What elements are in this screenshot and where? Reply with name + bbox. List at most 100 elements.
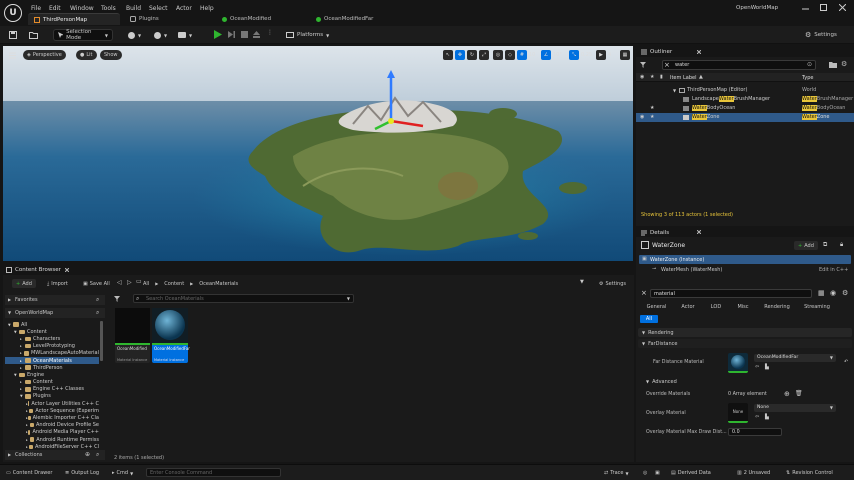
grid-snap-icon[interactable]: #: [517, 50, 527, 60]
folder-tree-item[interactable]: ▼ Plugins: [5, 393, 99, 400]
menu-select[interactable]: Select: [149, 5, 168, 12]
asset-tile[interactable]: OceanModified Material Instance: [115, 308, 150, 363]
settings-gear-icon[interactable]: ⚙: [842, 289, 848, 297]
output-log-button[interactable]: ≣ Output Log: [65, 468, 99, 478]
menu-actor[interactable]: Actor: [176, 5, 192, 12]
translate-tool-icon[interactable]: ✥: [455, 50, 465, 60]
unreal-logo-icon[interactable]: U: [4, 4, 22, 22]
folder-tree-item[interactable]: ▸ AndroidFileServer C++ Cl: [5, 443, 99, 449]
play-icon[interactable]: [214, 30, 222, 39]
filter-tab-all[interactable]: All: [640, 315, 658, 323]
folder-tree-item[interactable]: ▸ Characters: [5, 335, 99, 342]
unsaved-button[interactable]: ▥ 2 Unsaved: [737, 468, 770, 478]
clear-search-icon[interactable]: ×: [664, 61, 670, 69]
content-drawer-button[interactable]: ▭ Content Drawer: [6, 468, 52, 478]
clear-search-icon[interactable]: ×: [641, 290, 647, 297]
component-row[interactable]: ⊸ WaterMesh (WaterMesh) Edit in C++: [639, 265, 851, 274]
cb-settings-button[interactable]: ⚙ Settings: [599, 279, 626, 288]
folder-icon[interactable]: ▭: [136, 278, 142, 285]
section-far-distance[interactable]: ▼ FarDistance: [638, 339, 852, 348]
search-icon[interactable]: ⌕: [96, 309, 99, 317]
lit-button[interactable]: ● Lit: [76, 50, 97, 60]
world-space-icon[interactable]: ◎: [493, 50, 503, 60]
outliner-settings-icon[interactable]: ⚙: [841, 60, 847, 68]
camera-speed-value[interactable]: 4: [608, 52, 611, 58]
scale-snap-icon[interactable]: ⤡: [569, 50, 579, 60]
instance-row[interactable]: ▣ WaterZone (Instance): [639, 255, 851, 264]
filter-tab-streaming[interactable]: Streaming: [797, 304, 837, 310]
filter-icon[interactable]: [114, 296, 123, 302]
quick-add-button[interactable]: ▼: [128, 29, 141, 41]
folder-tree-item[interactable]: ▼ Engine: [5, 371, 99, 378]
import-button[interactable]: ⤓ Import: [47, 279, 68, 288]
search-icon[interactable]: ⌕: [96, 451, 99, 459]
camera-speed-icon[interactable]: ▶: [596, 50, 606, 60]
folder-tree-item[interactable]: ▸ Content: [5, 379, 99, 386]
breadcrumb-oceanmaterials[interactable]: OceanMaterials: [199, 281, 238, 287]
more-options-icon[interactable]: ⋮: [267, 29, 273, 36]
asset-search-input[interactable]: Search OceanMaterials: [146, 296, 204, 302]
save-all-button[interactable]: ▣ Save All: [83, 279, 110, 288]
filter-tab-actor[interactable]: Actor: [673, 304, 703, 310]
menu-window[interactable]: Window: [70, 5, 94, 12]
menu-tools[interactable]: Tools: [101, 5, 116, 12]
folder-tree-item[interactable]: ▸ LevelPrototyping: [5, 343, 99, 350]
folder-tree-item[interactable]: ▼ All: [5, 321, 99, 328]
scale-snap-value[interactable]: 0.25: [581, 52, 592, 58]
maximize-icon[interactable]: [820, 4, 827, 11]
section-rendering[interactable]: ▼ Rendering: [638, 328, 852, 337]
tab-outliner[interactable]: Outliner: [641, 48, 672, 56]
search-options-icon[interactable]: ⊙: [807, 61, 812, 68]
menu-file[interactable]: File: [31, 5, 41, 12]
visibility-icon[interactable]: ◉: [640, 114, 644, 120]
scale-tool-icon[interactable]: ⤢: [479, 50, 489, 60]
folder-tree-item[interactable]: ▸ Android Media Player C++: [5, 429, 99, 436]
settings-button[interactable]: ⚙ Settings: [805, 29, 837, 41]
asset-search-box[interactable]: ⌕ Search OceanMaterials ▼: [133, 294, 354, 303]
rotation-snap-value[interactable]: 10°: [553, 52, 562, 58]
filter-tab-rendering[interactable]: Rendering: [757, 304, 797, 310]
column-item-label[interactable]: Item Label: [670, 75, 696, 81]
selection-mode-dropdown[interactable]: Selection Mode ▼: [53, 29, 113, 41]
history-forward-icon[interactable]: ▷: [127, 279, 132, 286]
folder-tree-item[interactable]: ▸ Android Device Profile Se: [5, 422, 99, 429]
folder-tree-item[interactable]: ▸ ThirdPerson: [5, 364, 99, 371]
close-icon[interactable]: [839, 4, 846, 11]
minimize-icon[interactable]: [802, 5, 809, 12]
tab-plugins[interactable]: Plugins: [130, 13, 159, 25]
rotate-tool-icon[interactable]: ↻: [467, 50, 477, 60]
filter-tab-lod[interactable]: LOD: [703, 304, 729, 310]
outliner-row[interactable]: ▼ ThirdPersonMap (Editor) World: [636, 86, 854, 95]
filter-tab-misc[interactable]: Misc: [729, 304, 757, 310]
outliner-row-selected[interactable]: ◉ ★ WaterZone WaterZone: [636, 113, 854, 122]
perspective-button[interactable]: ◈ Perspective: [23, 50, 66, 60]
grid-snap-value[interactable]: 10: [529, 52, 535, 58]
pin-icon[interactable]: ★: [650, 114, 654, 120]
folder-tree-item[interactable]: ▸ Android Runtime Permiss: [5, 436, 99, 443]
menu-help[interactable]: Help: [200, 5, 214, 12]
browse-arrow-icon[interactable]: ⇦: [755, 414, 759, 420]
details-search-box[interactable]: material: [650, 289, 812, 298]
add-button[interactable]: + Add: [12, 279, 36, 288]
folder-tree-item[interactable]: ▸ Engine C++ Classes: [5, 386, 99, 393]
visibility-icon[interactable]: ◉: [830, 289, 836, 297]
surface-snap-icon[interactable]: ◇: [505, 50, 515, 60]
outliner-search-box[interactable]: × water ⊙: [662, 60, 816, 70]
maximize-viewport-icon[interactable]: ▦: [620, 50, 630, 60]
delete-icon[interactable]: 🗑︎: [795, 390, 803, 397]
history-back-icon[interactable]: ◁: [117, 279, 122, 286]
asset-tile-selected[interactable]: OceanModifiedFar Material Instance: [152, 308, 190, 363]
revision-control-button[interactable]: ⇅ Revision Control: [786, 468, 833, 478]
add-collection-icon[interactable]: ⊕: [85, 451, 90, 458]
menu-build[interactable]: Build: [126, 5, 141, 12]
tree-scrollbar[interactable]: [100, 321, 103, 361]
outliner-row[interactable]: LandscapeWaterBrushManager WaterBrushMan…: [636, 95, 854, 104]
tab-content-browser[interactable]: Content Browser: [6, 266, 61, 274]
outliner-search-input[interactable]: water: [675, 62, 689, 68]
folder-tree-item[interactable]: ▸ Actor Sequence (Experim: [5, 407, 99, 414]
edit-in-cpp-link[interactable]: Edit in C++: [819, 267, 848, 273]
close-icon[interactable]: [697, 230, 701, 234]
level-viewport[interactable]: ◈ Perspective ● Lit Show ↖ ✥ ↻ ⤢ ◎ ◇ # 1…: [3, 46, 633, 261]
search-icon[interactable]: ⌕: [96, 296, 99, 304]
pin-icon[interactable]: ★: [650, 105, 654, 111]
